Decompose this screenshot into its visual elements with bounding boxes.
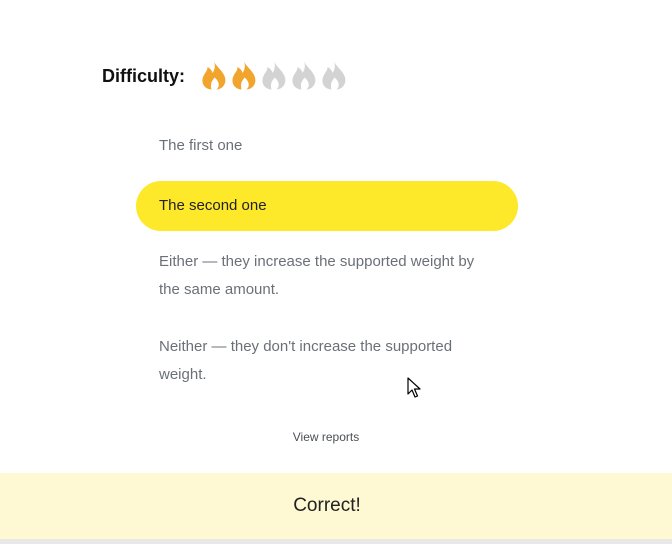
flame-icon [322,61,346,90]
flame-icon [292,61,316,90]
flame-icon [232,61,256,90]
difficulty-label: Difficulty: [102,65,185,86]
view-reports-link[interactable]: View reports [0,430,652,444]
answer-option-3[interactable]: Either — they increase the supported wei… [136,241,518,311]
difficulty-row: Difficulty: [102,56,349,94]
answer-option-4[interactable]: Neither — they don't increase the suppor… [136,326,518,396]
status-text: Correct! [293,495,361,516]
flame-icon [262,61,286,90]
bottom-divider [0,539,672,544]
answer-option-2[interactable]: The second one [136,181,518,231]
flame-icon [202,61,226,90]
answer-option-1[interactable]: The first one [136,122,518,170]
difficulty-rating [199,60,349,90]
mouse-pointer-icon [407,377,421,398]
answer-options: The first one The second one Either — th… [136,122,518,396]
status-bar: Correct! [0,473,672,539]
